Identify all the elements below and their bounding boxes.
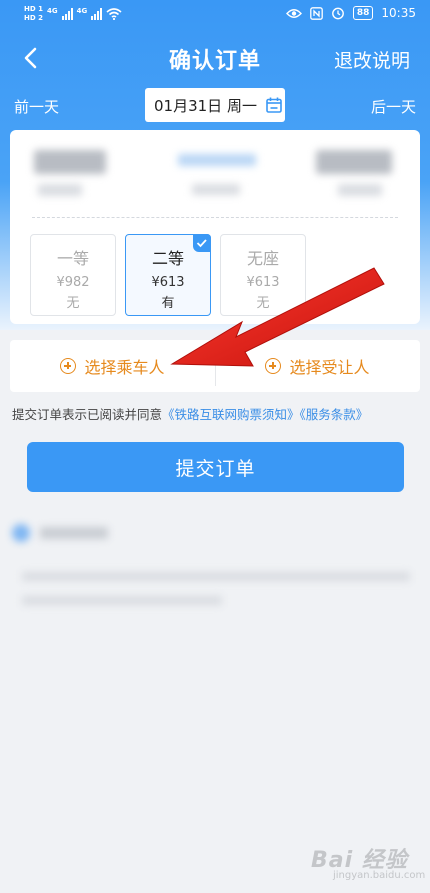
network-type-1: 4G <box>46 7 58 15</box>
blurred-train-number <box>178 154 256 166</box>
blurred-arrival-station <box>338 184 382 196</box>
select-passenger-label: 选择乘车人 <box>84 358 165 377</box>
signal-icon <box>61 8 73 20</box>
alarm-icon <box>331 7 344 20</box>
baidu-watermark: Bai 经验 jingyan.baidu.com <box>311 840 425 884</box>
seat-stock: 无 <box>66 296 80 311</box>
hd-top-label: HD 1 <box>24 5 43 13</box>
hd-bottom-label: HD 2 <box>24 14 43 22</box>
date-bar: 前一天 01月31日 周一 后一天 <box>0 88 430 124</box>
status-right: 88 10:35 <box>285 6 416 20</box>
refund-policy-link[interactable]: 退改说明 <box>334 46 410 73</box>
plus-circle-icon <box>265 358 282 374</box>
seat-name: 无座 <box>246 249 279 268</box>
blurred-section <box>0 508 430 668</box>
blurred-text-line <box>22 572 410 581</box>
select-passenger-button[interactable]: 选择乘车人 <box>10 340 215 392</box>
next-day-button[interactable]: 后一天 <box>371 96 416 117</box>
clock: 10:35 <box>381 6 416 20</box>
blurred-duration <box>192 184 240 195</box>
date-label: 01月31日 周一 <box>154 96 257 115</box>
network-type-2: 4G <box>76 7 88 15</box>
terms-link[interactable]: 《服务条款》 <box>300 407 369 422</box>
eye-icon <box>285 8 302 18</box>
hd-indicator: HD 1 HD 2 <box>24 5 43 23</box>
passenger-picker-card: 选择乘车人 选择受让人 <box>10 340 420 392</box>
train-info-card: 一等 ¥982 无 二等 ¥613 有 无座 ¥613 无 <box>10 130 420 324</box>
select-beneficiary-button[interactable]: 选择受让人 <box>215 340 420 392</box>
nav-bar: 确认订单 退改说明 <box>0 38 430 80</box>
plus-circle-icon <box>60 358 77 374</box>
wifi-icon <box>106 8 122 20</box>
seat-price: ¥613 <box>151 275 185 290</box>
status-bar: HD 1 HD 2 4G 4G 88 10:35 <box>0 0 430 32</box>
seat-option-first[interactable]: 一等 ¥982 无 <box>30 234 116 316</box>
blurred-arrival-time <box>316 150 392 174</box>
battery-icon: 88 <box>352 6 374 20</box>
agreement-text: 提交订单表示已阅读并同意《铁路互联网购票须知》《服务条款》 <box>12 404 368 423</box>
blurred-option-label <box>40 527 108 539</box>
blurred-departure-time <box>34 150 106 174</box>
selected-check-icon <box>193 234 211 252</box>
seat-price: ¥982 <box>56 275 90 290</box>
date-picker[interactable]: 01月31日 周一 <box>145 88 285 122</box>
seat-stock: 有 <box>161 296 175 311</box>
agreement-prefix: 提交订单表示已阅读并同意 <box>12 407 163 422</box>
seat-price: ¥613 <box>246 275 280 290</box>
submit-order-button[interactable]: 提交订单 <box>27 442 404 492</box>
calendar-icon <box>266 97 282 113</box>
divider <box>32 217 398 218</box>
select-beneficiary-label: 选择受让人 <box>289 358 370 377</box>
blurred-text-line <box>22 596 222 605</box>
status-left: HD 1 HD 2 4G 4G <box>24 5 122 23</box>
blurred-departure-station <box>38 184 82 196</box>
seat-option-no-seat[interactable]: 无座 ¥613 无 <box>220 234 306 316</box>
blurred-checkbox <box>12 524 30 542</box>
prev-day-button[interactable]: 前一天 <box>14 96 59 117</box>
seat-stock: 无 <box>256 296 270 311</box>
seat-name: 一等 <box>56 249 89 268</box>
ticket-notice-link[interactable]: 《铁路互联网购票须知》 <box>162 407 300 422</box>
seat-option-second[interactable]: 二等 ¥613 有 <box>125 234 211 316</box>
nfc-icon <box>310 6 323 20</box>
signal-icon-2 <box>91 8 103 20</box>
watermark-subtext: jingyan.baidu.com <box>333 870 426 881</box>
